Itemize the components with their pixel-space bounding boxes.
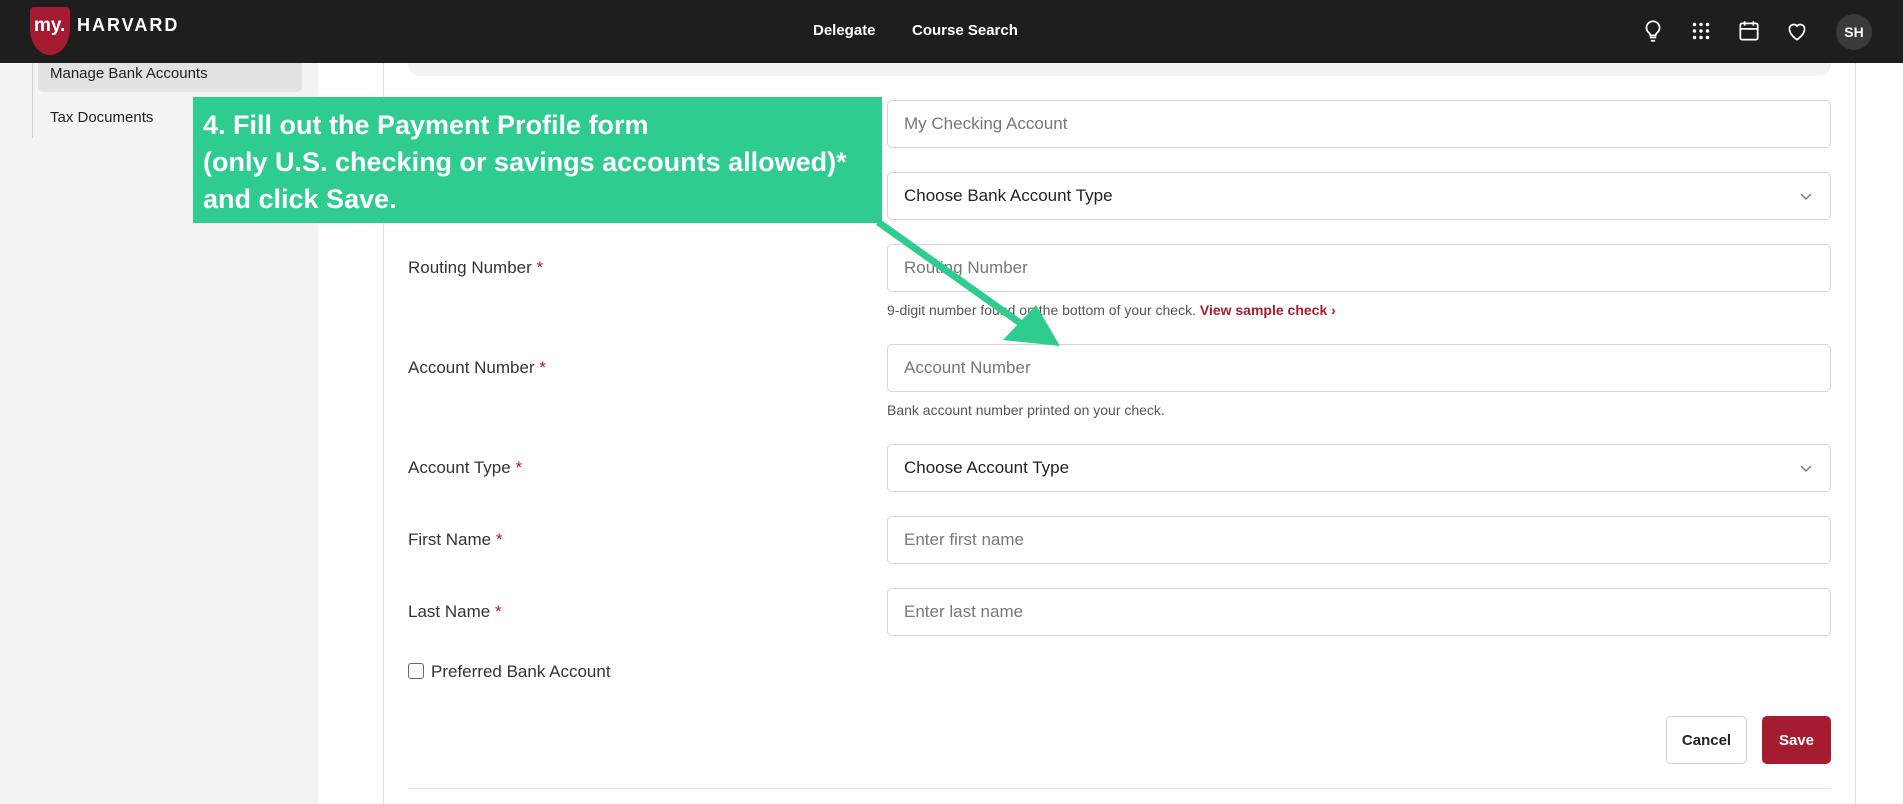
- view-sample-check-link[interactable]: View sample check ›: [1200, 302, 1336, 318]
- logo-my-text[interactable]: my.: [34, 15, 65, 37]
- routing-number-hint-text: 9-digit number found on the bottom of yo…: [887, 302, 1196, 318]
- logo-harvard-text[interactable]: HARVARD: [77, 15, 179, 36]
- required-marker: *: [539, 358, 546, 377]
- account-number-label-text: Account Number: [408, 358, 535, 377]
- user-avatar[interactable]: SH: [1836, 14, 1872, 50]
- first-name-input[interactable]: [887, 516, 1831, 564]
- account-type-label: Account Type *: [408, 458, 522, 478]
- callout-line-1: 4. Fill out the Payment Profile form: [203, 110, 649, 140]
- card-top-section: [408, 63, 1831, 76]
- account-number-label: Account Number *: [408, 358, 546, 378]
- required-marker: *: [495, 530, 503, 549]
- sidebar-item-tax-documents[interactable]: Tax Documents: [50, 109, 153, 126]
- callout-line-2: (only U.S. checking or savings accounts …: [203, 147, 847, 177]
- lightbulb-icon[interactable]: [1640, 18, 1666, 44]
- required-marker: *: [515, 458, 523, 477]
- view-sample-check-text[interactable]: View sample check: [1200, 302, 1327, 318]
- account-type-label-text: Account Type: [408, 458, 511, 477]
- save-button[interactable]: Save: [1762, 716, 1831, 764]
- nav-delegate-link[interactable]: Delegate: [813, 22, 876, 39]
- account-number-input[interactable]: [887, 344, 1831, 392]
- sidebar-item-manage-bank-accounts[interactable]: Manage Bank Accounts: [38, 63, 302, 92]
- bank-account-type-select-value: Choose Bank Account Type: [904, 186, 1113, 205]
- cancel-button[interactable]: Cancel: [1666, 716, 1747, 764]
- first-name-label-text: First Name: [408, 530, 492, 549]
- account-number-hint: Bank account number printed on your chec…: [887, 402, 1165, 418]
- calendar-icon[interactable]: [1736, 18, 1762, 44]
- required-marker: *: [494, 602, 502, 621]
- callout-line-3: and click Save.: [203, 184, 397, 214]
- routing-number-label: Routing Number *: [408, 258, 543, 278]
- bank-account-type-select[interactable]: Choose Bank Account Type: [887, 172, 1831, 220]
- chevron-down-icon: [1800, 465, 1812, 472]
- chevron-right-icon: ›: [1331, 302, 1336, 318]
- routing-number-input[interactable]: [887, 244, 1831, 292]
- tutorial-callout: 4. Fill out the Payment Profile form (on…: [193, 97, 882, 223]
- chevron-down-icon: [1800, 193, 1812, 200]
- last-name-label-text: Last Name: [408, 602, 491, 621]
- heart-icon[interactable]: [1784, 18, 1810, 44]
- preferred-bank-account-label[interactable]: Preferred Bank Account: [431, 662, 611, 682]
- nav-course-search-link[interactable]: Course Search: [912, 22, 1018, 39]
- sidebar-divider: [32, 63, 33, 138]
- routing-number-label-text: Routing Number: [408, 258, 532, 277]
- last-name-input[interactable]: [887, 588, 1831, 636]
- top-navigation-bar: my. HARVARD Delegate Course Search SH: [0, 0, 1903, 63]
- preferred-bank-account-checkbox[interactable]: [408, 663, 424, 679]
- card-divider: [408, 788, 1831, 789]
- account-type-select[interactable]: Choose Account Type: [887, 444, 1831, 492]
- account-type-select-value: Choose Account Type: [904, 458, 1070, 477]
- last-name-label: Last Name *: [408, 602, 502, 622]
- first-name-label: First Name *: [408, 530, 502, 550]
- apps-grid-icon[interactable]: [1688, 18, 1714, 44]
- routing-number-hint: 9-digit number found on the bottom of yo…: [887, 302, 1336, 318]
- required-marker: *: [536, 258, 544, 277]
- profile-name-input[interactable]: [887, 100, 1831, 148]
